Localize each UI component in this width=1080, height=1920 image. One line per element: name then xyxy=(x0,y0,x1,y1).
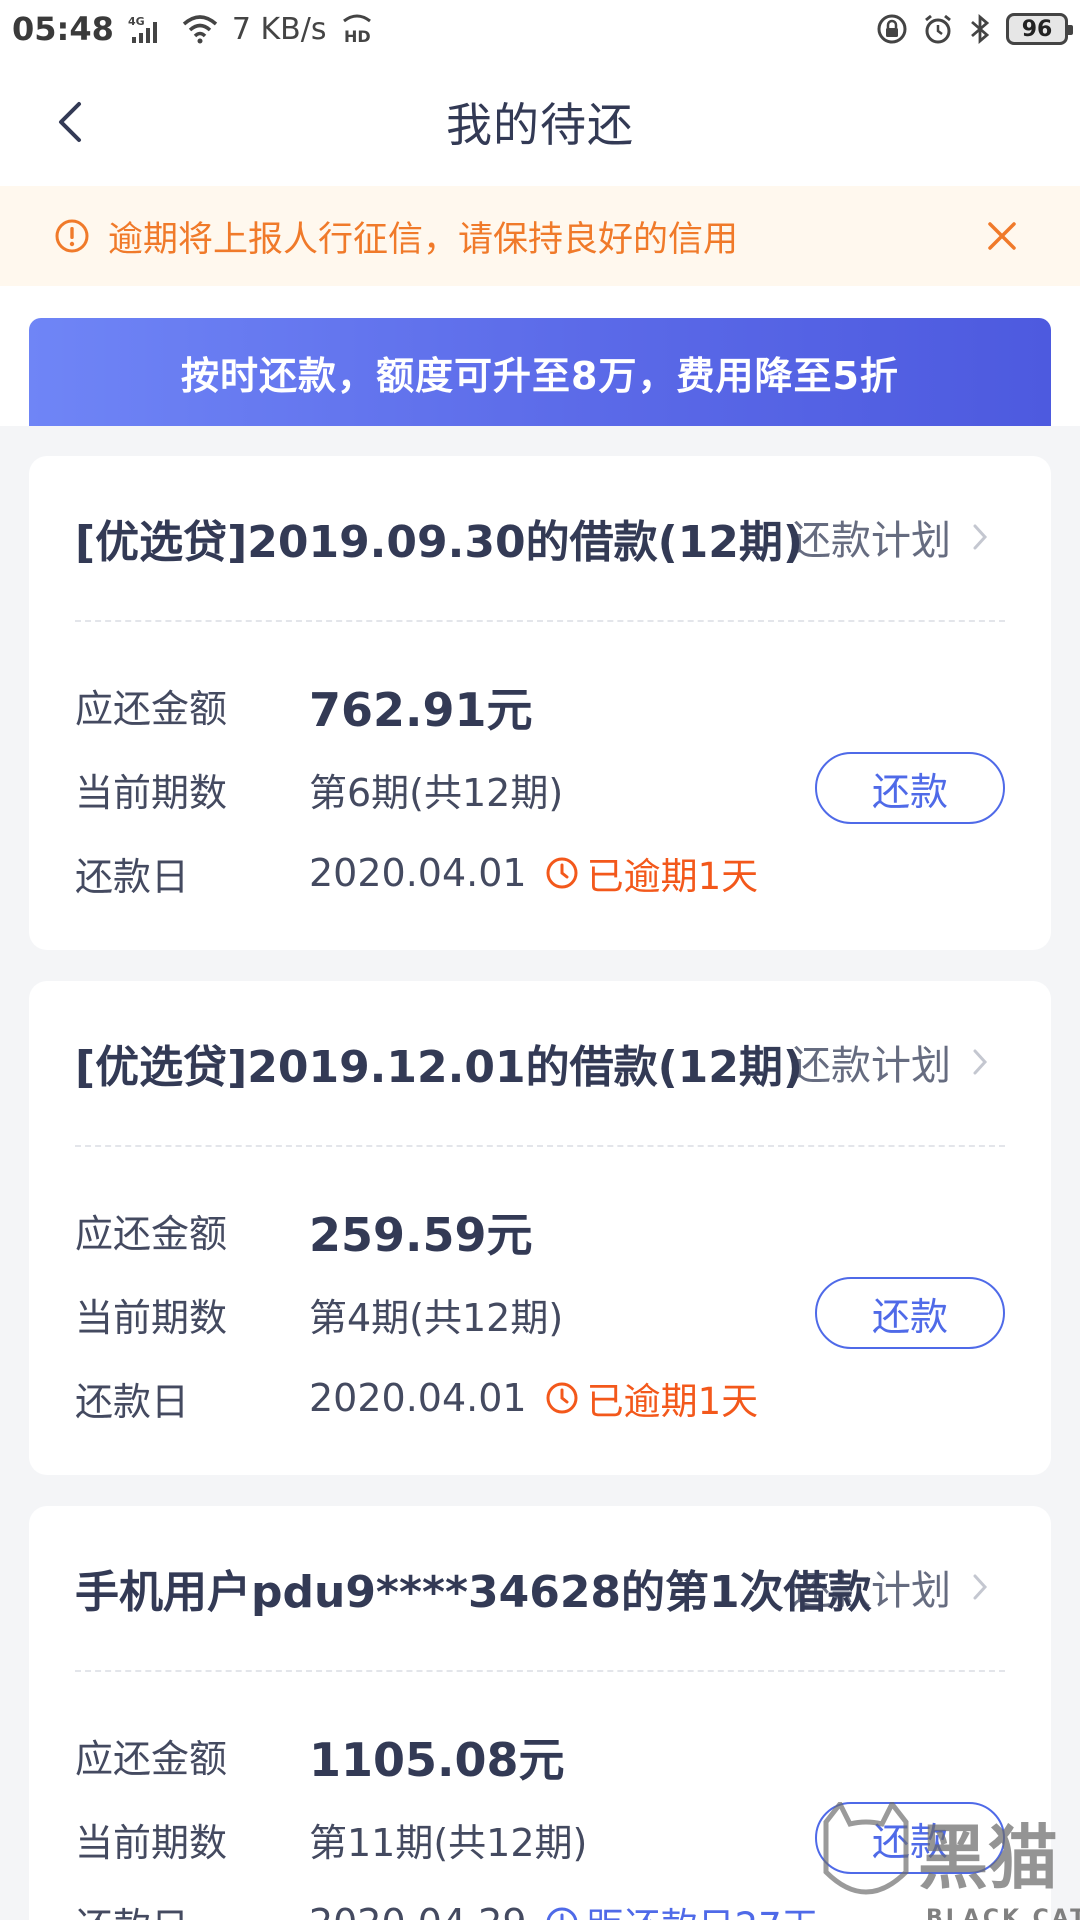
card-divider xyxy=(75,1670,1005,1672)
loan-card: 还款计划 [优选贷]2019.09.30的借款(12期) 应还金额 762.91… xyxy=(29,456,1051,950)
loan-title: [优选贷]2019.09.30的借款(12期) xyxy=(75,517,804,568)
status-right: 96 xyxy=(876,13,1073,45)
loan-title: 手机用户pdu9****34628的第1次借款 xyxy=(75,1567,872,1618)
period-value: 第6期(共12期) xyxy=(309,771,564,815)
due-date-label: 还款日 xyxy=(75,1896,189,1920)
due-date-value: 2020.04.01 xyxy=(309,1376,527,1420)
clock-icon xyxy=(546,1382,578,1414)
credit-notice-banner: 逾期将上报人行征信，请保持良好的信用 xyxy=(0,186,1080,286)
due-date-value: 2020.04.01 xyxy=(309,851,527,895)
lock-rotation-icon xyxy=(876,13,908,45)
repayment-plan-label: 还款计划 xyxy=(791,518,951,564)
notice-close-button[interactable] xyxy=(978,212,1026,260)
promo-banner[interactable]: 按时还款，额度可升至8万，费用降至5折 xyxy=(29,318,1051,426)
due-date-row: 2020.04.01 已逾期1天 xyxy=(309,1371,758,1425)
status-bar: 05:48 4G 7 KB/s HD 96 xyxy=(0,0,1080,58)
loan-card: 还款计划 [优选贷]2019.12.01的借款(12期) 应还金额 259.59… xyxy=(29,981,1051,1475)
days-until-due-status: 距还款日27天 xyxy=(545,1896,819,1920)
chevron-right-icon xyxy=(973,1049,988,1075)
repayment-plan-link[interactable]: 还款计划 xyxy=(791,508,989,566)
amount-value: 1105.08元 xyxy=(309,1733,565,1787)
overdue-status-text: 已逾期1天 xyxy=(586,1380,759,1423)
notice-text: 逾期将上报人行征信，请保持良好的信用 xyxy=(108,219,739,260)
period-label: 当前期数 xyxy=(75,771,228,815)
amount-label: 应还金额 xyxy=(75,687,228,731)
period-value: 第4期(共12期) xyxy=(309,1296,564,1340)
period-value: 第11期(共12期) xyxy=(309,1821,588,1865)
repayment-plan-link[interactable]: 还款计划 xyxy=(791,1033,989,1091)
clock-icon xyxy=(546,1907,577,1920)
amount-label: 应还金额 xyxy=(75,1212,228,1256)
card-divider xyxy=(75,1145,1005,1147)
page: 05:48 4G 7 KB/s HD 96 我的待还 逾期将上报人行征信，请保持… xyxy=(0,0,1080,1920)
status-time: 05:48 xyxy=(12,10,114,48)
warning-icon xyxy=(55,219,89,253)
overdue-status-text: 已逾期1天 xyxy=(586,855,759,898)
repay-button[interactable]: 还款 xyxy=(815,1277,1005,1349)
status-left: 05:48 4G 7 KB/s HD xyxy=(12,10,374,48)
hd-label: HD xyxy=(344,27,371,45)
clock-icon xyxy=(546,857,578,889)
promo-text: 按时还款，额度可升至8万，费用降至5折 xyxy=(181,353,899,398)
loan-card-header[interactable]: 还款计划 [优选贷]2019.12.01的借款(12期) xyxy=(29,981,1051,1145)
overdue-status: 已逾期1天 xyxy=(545,846,759,900)
amount-value: 259.59元 xyxy=(309,1208,533,1262)
due-date-label: 还款日 xyxy=(75,1380,190,1424)
due-date-value: 2020.04.29 xyxy=(309,1901,527,1920)
period-label: 当前期数 xyxy=(75,1821,228,1865)
hd-call-icon: HD xyxy=(340,13,374,45)
repay-button[interactable]: 还款 xyxy=(815,752,1005,824)
navigation-bar: 我的待还 xyxy=(0,58,1080,186)
due-date-row: 2020.04.29 距还款日27天 xyxy=(309,1896,819,1920)
close-icon xyxy=(988,222,1016,250)
signal-label: 4G xyxy=(128,15,145,28)
bluetooth-icon xyxy=(968,13,992,45)
days-until-due-text: 距还款日27天 xyxy=(587,1896,819,1920)
amount-value: 762.91元 xyxy=(309,683,533,737)
repay-button[interactable]: 还款 xyxy=(815,1802,1005,1874)
page-title: 我的待还 xyxy=(446,98,634,152)
overdue-status: 已逾期1天 xyxy=(545,1371,759,1425)
loan-card-header[interactable]: 还款计划 [优选贷]2019.09.30的借款(12期) xyxy=(29,456,1051,620)
signal-icon: 4G xyxy=(128,13,168,45)
due-date-label: 还款日 xyxy=(75,855,190,899)
period-label: 当前期数 xyxy=(75,1296,228,1340)
loan-title: [优选贷]2019.12.01的借款(12期) xyxy=(75,1042,804,1093)
loan-card: 还款计划 手机用户pdu9****34628的第1次借款 应还金额 1105.0… xyxy=(29,1506,1051,1920)
wifi-icon xyxy=(182,14,218,44)
repayment-plan-label: 还款计划 xyxy=(791,1043,951,1089)
due-date-row: 2020.04.01 已逾期1天 xyxy=(309,846,758,900)
chevron-right-icon xyxy=(973,524,988,550)
battery-indicator: 96 xyxy=(1006,13,1073,45)
chevron-right-icon xyxy=(973,1574,988,1600)
alarm-icon xyxy=(922,13,954,45)
back-button[interactable] xyxy=(40,92,100,152)
chevron-left-icon xyxy=(59,102,81,142)
card-divider xyxy=(75,620,1005,622)
network-speed: 7 KB/s xyxy=(231,11,327,47)
loan-card-header[interactable]: 还款计划 手机用户pdu9****34628的第1次借款 xyxy=(29,1506,1051,1670)
amount-label: 应还金额 xyxy=(75,1737,228,1781)
